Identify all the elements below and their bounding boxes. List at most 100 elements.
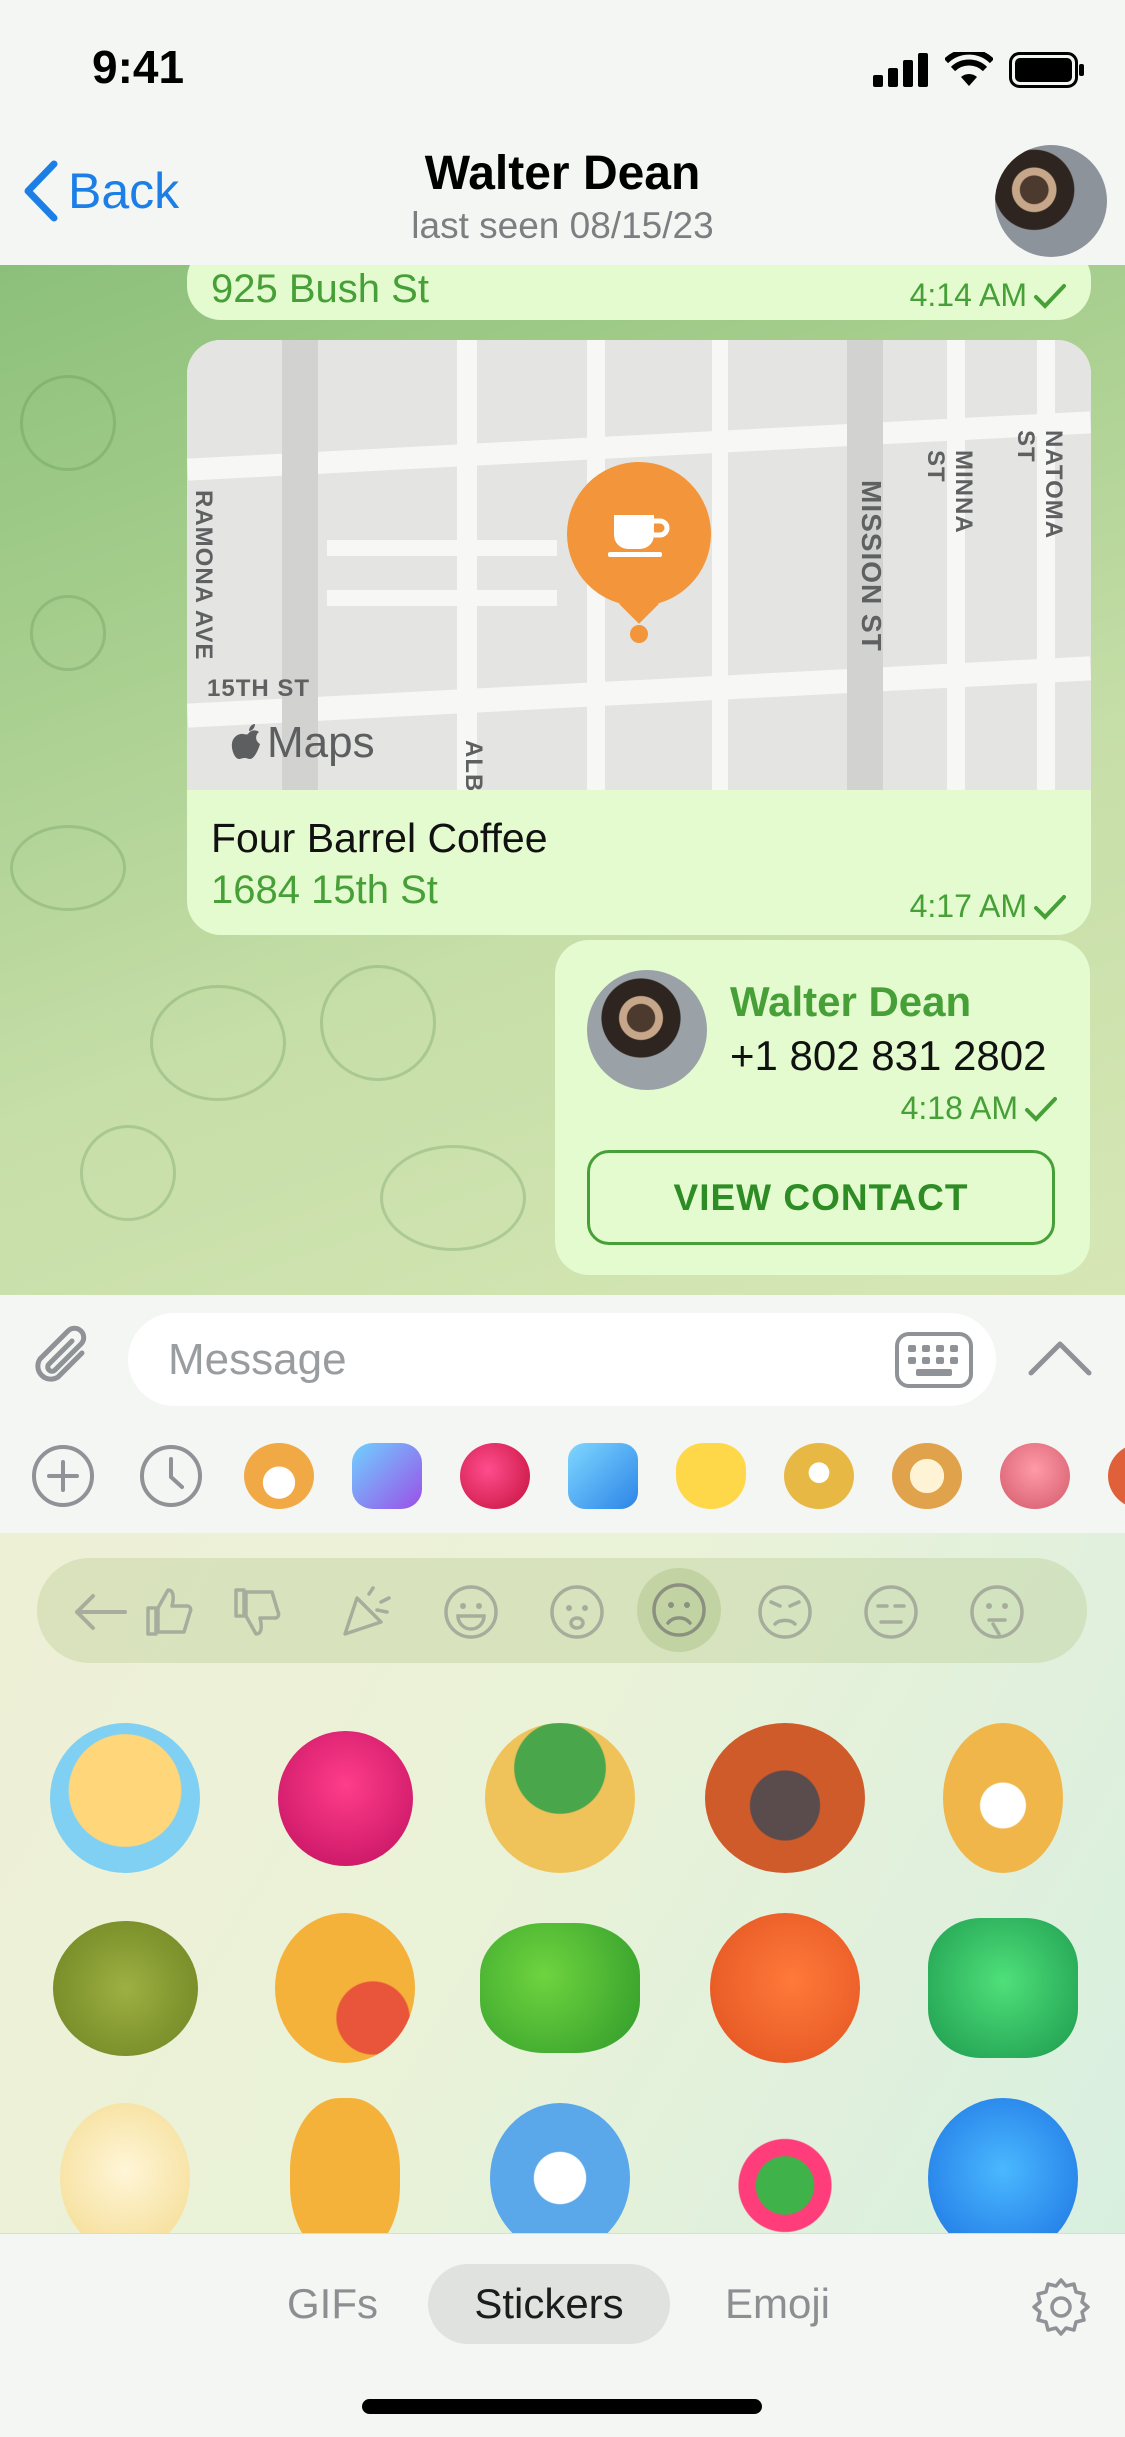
sticker-set-partial[interactable] bbox=[1102, 1435, 1125, 1517]
thumbs-down-icon[interactable] bbox=[229, 1584, 285, 1640]
tab-stickers[interactable]: Stickers bbox=[428, 2264, 670, 2344]
wifi-icon bbox=[945, 52, 993, 86]
party-icon[interactable] bbox=[339, 1584, 395, 1640]
tab-gifs[interactable]: GIFs bbox=[265, 2264, 400, 2344]
doodle bbox=[80, 1125, 176, 1221]
sticker-set-numbers[interactable] bbox=[562, 1435, 644, 1517]
sticker-hearts-frog[interactable] bbox=[700, 2093, 870, 2233]
message-time: 4:18 AM bbox=[900, 1090, 1018, 1126]
check-icon bbox=[1034, 283, 1066, 309]
sticker-sad-fox[interactable] bbox=[700, 1903, 870, 2073]
neutral-face-icon[interactable] bbox=[863, 1584, 919, 1640]
street-label-ramona: RAMONA AVE bbox=[190, 490, 217, 661]
recent-clock-icon[interactable] bbox=[130, 1435, 212, 1517]
message-time: 4:14 AM bbox=[909, 277, 1027, 313]
sticker-crying-frog[interactable] bbox=[918, 1903, 1088, 2073]
sticker-sets-row bbox=[0, 1423, 1125, 1534]
shared-contact-avatar[interactable] bbox=[587, 970, 707, 1090]
composer-bar bbox=[0, 1295, 1125, 1423]
venue-name: Four Barrel Coffee bbox=[211, 815, 548, 861]
chat-area[interactable]: 925 Bush St 4:14 AM MISSION ST MINNA ST … bbox=[0, 265, 1125, 1295]
sticker-blue-blob[interactable] bbox=[918, 2093, 1088, 2233]
sticker-set-shiba[interactable] bbox=[238, 1435, 320, 1517]
doodle bbox=[320, 965, 436, 1081]
sticker-set-tongue[interactable] bbox=[994, 1435, 1076, 1517]
map-pin-dot bbox=[630, 625, 648, 643]
sticker-set-cat[interactable] bbox=[886, 1435, 968, 1517]
status-time: 9:41 bbox=[92, 41, 185, 93]
doodle bbox=[20, 375, 116, 471]
sticker-screaming-snail[interactable] bbox=[260, 2093, 430, 2233]
contact-name: Walter Dean bbox=[424, 147, 701, 200]
map-pin[interactable] bbox=[567, 462, 711, 606]
sticker-crying-cherry[interactable] bbox=[260, 1713, 430, 1883]
maps-logo: Maps bbox=[231, 718, 375, 768]
media-tab-bar: GIFs Stickers Emoji bbox=[0, 2233, 1125, 2437]
sticker-crying-cat[interactable] bbox=[40, 1713, 210, 1883]
check-icon bbox=[1025, 1096, 1057, 1122]
tab-emoji[interactable]: Emoji bbox=[705, 2264, 850, 2344]
message-contact[interactable]: Walter Dean +1 802 831 2802 4:18 AM VIEW… bbox=[555, 940, 1090, 1275]
battery-icon bbox=[1009, 52, 1084, 88]
doodle bbox=[10, 825, 126, 911]
doodle bbox=[150, 985, 286, 1101]
street-label-natoma: NATOMA ST bbox=[1012, 430, 1067, 539]
grinning-face-icon[interactable] bbox=[443, 1584, 499, 1640]
add-icon[interactable] bbox=[22, 1435, 104, 1517]
message-time: 4:17 AM bbox=[909, 888, 1027, 924]
frowning-face-icon[interactable] bbox=[637, 1568, 721, 1652]
home-indicator bbox=[362, 2399, 762, 2414]
sticker-worried-corgi[interactable] bbox=[918, 1713, 1088, 1883]
back-arrow-icon[interactable] bbox=[71, 1584, 127, 1640]
sticker-shark[interactable] bbox=[475, 2093, 645, 2233]
map-preview[interactable]: MISSION ST MINNA ST NATOMA ST RAMONA AVE… bbox=[187, 340, 1091, 790]
sticker-doge-umbrella[interactable] bbox=[475, 1713, 645, 1883]
message-field[interactable] bbox=[128, 1313, 996, 1406]
contact-avatar[interactable] bbox=[995, 145, 1107, 257]
doodle bbox=[30, 595, 106, 671]
last-seen: last seen 08/15/23 bbox=[411, 205, 714, 246]
sticker-set-ok[interactable] bbox=[346, 1435, 428, 1517]
sticker-sad-dragon[interactable] bbox=[475, 1903, 645, 2073]
street-label-mission: MISSION ST bbox=[856, 480, 887, 652]
doodle bbox=[380, 1145, 526, 1251]
thumbs-up-icon[interactable] bbox=[141, 1584, 197, 1640]
maps-label: Maps bbox=[267, 718, 375, 767]
sticker-set-cherry[interactable] bbox=[454, 1435, 536, 1517]
message-address[interactable]: 925 Bush St 4:14 AM bbox=[187, 265, 1091, 320]
street-label-15th: 15TH ST bbox=[207, 675, 311, 702]
check-icon bbox=[1034, 894, 1066, 920]
shared-contact-name: Walter Dean bbox=[730, 978, 972, 1025]
view-contact-button[interactable]: VIEW CONTACT bbox=[587, 1150, 1055, 1245]
top-bar: 9:41 Back Walter Dean last seen 08/15/23 bbox=[0, 0, 1125, 266]
message-location[interactable]: MISSION ST MINNA ST NATOMA ST RAMONA AVE… bbox=[187, 340, 1091, 935]
message-input[interactable] bbox=[166, 1331, 820, 1389]
angry-face-icon[interactable] bbox=[757, 1584, 813, 1640]
paperclip-icon[interactable] bbox=[30, 1323, 100, 1395]
sad-face-icon[interactable] bbox=[549, 1584, 605, 1640]
sticker-set-hands[interactable] bbox=[670, 1435, 752, 1517]
chevron-up-icon[interactable] bbox=[1025, 1335, 1095, 1379]
sticker-set-owl[interactable] bbox=[778, 1435, 860, 1517]
venue-address: 1684 15th St bbox=[211, 868, 438, 912]
sticker-sad-pumpkin[interactable] bbox=[40, 1903, 210, 2073]
status-icons bbox=[873, 50, 1085, 90]
street-label-alb: ALB bbox=[460, 740, 487, 790]
thinking-face-icon[interactable] bbox=[969, 1584, 1025, 1640]
coffee-cup-icon bbox=[608, 515, 670, 557]
street-label-minna: MINNA ST bbox=[922, 450, 977, 533]
message-meta: 4:14 AM bbox=[910, 277, 1067, 314]
sticker-panel bbox=[0, 1533, 1125, 2233]
address-text: 925 Bush St bbox=[211, 267, 429, 311]
message-meta: 4:17 AM bbox=[910, 888, 1067, 925]
signal-icon bbox=[873, 53, 928, 87]
sticker-blushing-duck[interactable] bbox=[40, 2093, 210, 2233]
message-meta: 4:18 AM bbox=[901, 1090, 1058, 1127]
sticker-sad-orangutan[interactable] bbox=[700, 1713, 870, 1883]
gear-icon[interactable] bbox=[1030, 2276, 1092, 2338]
sticker-crying-snail[interactable] bbox=[260, 1903, 430, 2073]
chat-title[interactable]: Walter Dean last seen 08/15/23 bbox=[0, 146, 1125, 247]
emoji-category-bar bbox=[37, 1558, 1087, 1663]
shared-contact-phone: +1 802 831 2802 bbox=[730, 1032, 1047, 1079]
keyboard-icon[interactable] bbox=[894, 1331, 974, 1389]
